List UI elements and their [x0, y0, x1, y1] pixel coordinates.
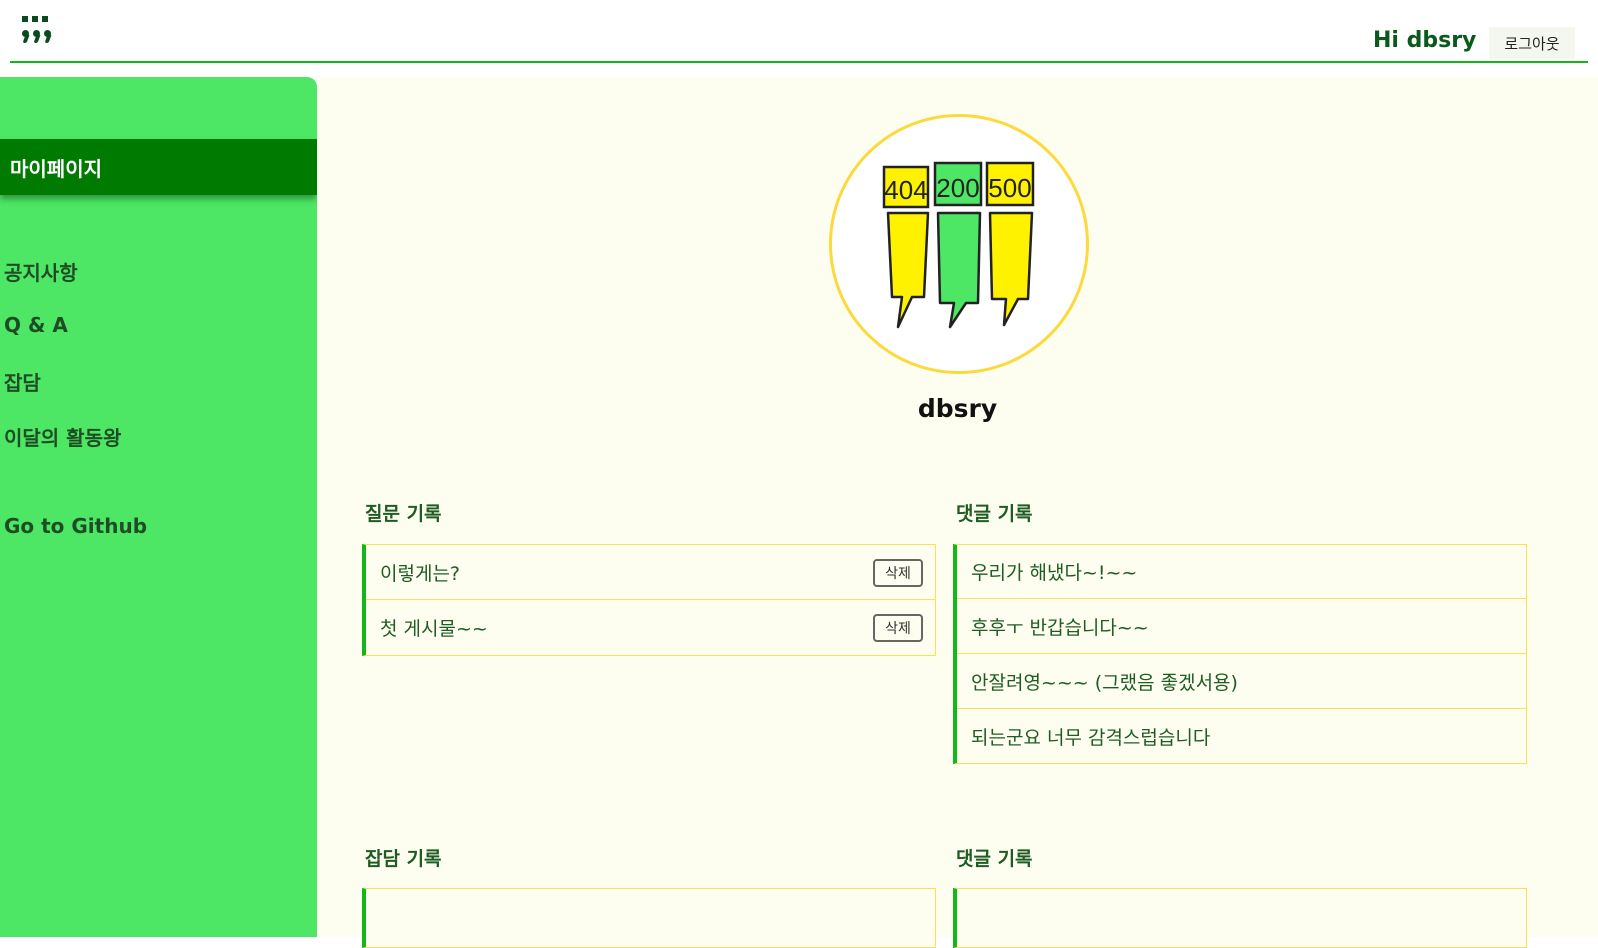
sign-200: 200 — [936, 173, 979, 203]
chats-section-title: 잡담 기록 — [365, 848, 442, 870]
sign-500: 500 — [988, 173, 1031, 203]
question-comments-section-title: 댓글 기록 — [956, 503, 1033, 525]
sidebar-item-notice[interactable]: 공지사항 — [4, 257, 78, 286]
list-item[interactable]: 첫 게시물~~ 삭제 — [366, 600, 935, 655]
chat-comments-list — [953, 888, 1527, 948]
header-divider — [10, 61, 1588, 63]
github-link[interactable]: Go to Github — [4, 514, 147, 538]
sidebar-item-mypage[interactable]: 마이페이지 — [0, 139, 317, 195]
question-comments-list: 우리가 해냈다~!~~ 후후ㅜ 반갑습니다~~ 안잘려영~~~ (그랬음 좋겠서… — [953, 544, 1527, 764]
sidebar-item-qna[interactable]: Q & A — [4, 313, 68, 337]
logout-button[interactable]: 로그아웃 — [1489, 27, 1575, 59]
list-item[interactable]: 후후ㅜ 반갑습니다~~ — [957, 599, 1526, 654]
profile-username: dbsry — [917, 394, 998, 423]
speech-bubbles-icon: 404 200 500 — [882, 161, 1035, 329]
delete-button[interactable]: 삭제 — [873, 614, 923, 642]
delete-button[interactable]: 삭제 — [873, 559, 923, 587]
sidebar-item-chat[interactable]: 잡담 — [4, 367, 41, 396]
user-greeting: Hi dbsry — [1373, 28, 1477, 53]
sign-404: 404 — [884, 175, 927, 205]
questions-section-title: 질문 기록 — [365, 503, 442, 525]
list-item[interactable]: 안잘려영~~~ (그랬음 좋겠서용) — [957, 654, 1526, 709]
list-item[interactable]: 우리가 해냈다~!~~ — [957, 545, 1526, 599]
sidebar-item-monthly-king[interactable]: 이달의 활동왕 — [4, 422, 121, 451]
comment-text[interactable]: 안잘려영~~~ (그랬음 좋겠서용) — [971, 668, 1238, 695]
avatar: 404 200 500 — [829, 114, 1089, 374]
questions-list: 이렇게는? 삭제 첫 게시물~~ 삭제 — [362, 544, 936, 656]
main-content: 404 200 500 dbsry 질문 기록 이렇게는? 삭제 첫 게시물~~… — [317, 77, 1598, 948]
chat-comments-section-title: 댓글 기록 — [956, 848, 1033, 870]
sidebar: 마이페이지 공지사항 Q & A 잡담 이달의 활동왕 Go to Github — [0, 77, 317, 937]
quote-comma-logo-icon[interactable] — [22, 16, 62, 52]
list-item[interactable]: 되는군요 너무 감격스럽습니다 — [957, 709, 1526, 763]
comment-text[interactable]: 되는군요 너무 감격스럽습니다 — [971, 723, 1210, 750]
comment-text[interactable]: 우리가 해냈다~!~~ — [971, 558, 1137, 585]
list-item[interactable]: 이렇게는? 삭제 — [366, 545, 935, 600]
top-header: Hi dbsry 로그아웃 — [0, 0, 1598, 64]
chats-list — [362, 888, 936, 948]
comment-text[interactable]: 후후ㅜ 반갑습니다~~ — [971, 613, 1149, 640]
question-title[interactable]: 첫 게시물~~ — [380, 614, 488, 641]
question-title[interactable]: 이렇게는? — [380, 559, 460, 586]
